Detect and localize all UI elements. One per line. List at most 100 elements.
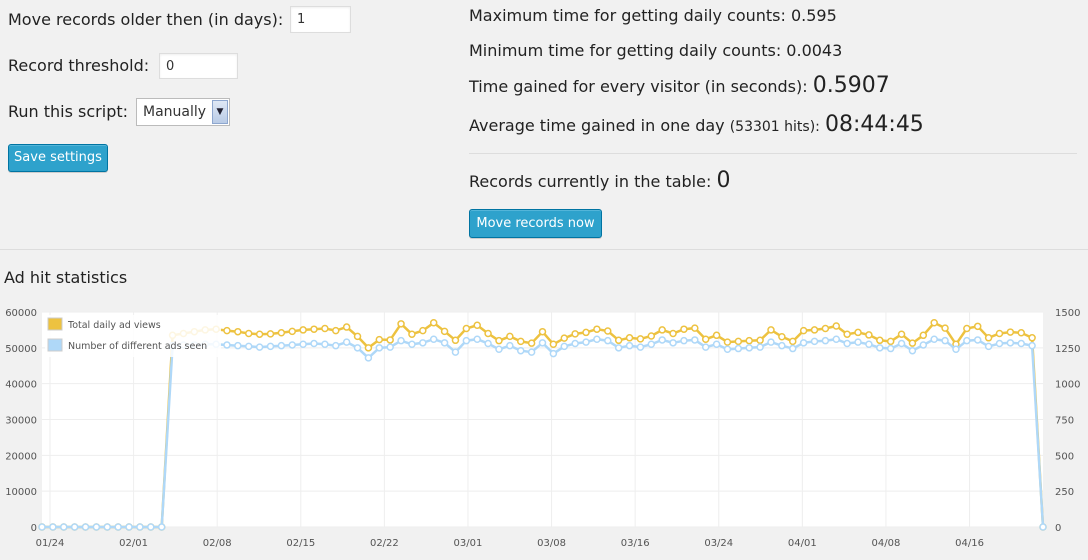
point-different-ads bbox=[865, 340, 873, 348]
save-settings-button[interactable]: Save settings bbox=[8, 144, 108, 172]
y-left-tick-label: 0 bbox=[31, 523, 37, 534]
records-count-label: Records currently in the table: bbox=[469, 172, 712, 191]
chevron-down-icon[interactable]: ▼ bbox=[212, 100, 228, 124]
x-tick-label: 04/01 bbox=[788, 538, 817, 549]
point-total-views bbox=[669, 329, 677, 338]
x-tick-label: 02/15 bbox=[286, 538, 315, 549]
point-different-ads bbox=[832, 335, 841, 343]
point-different-ads bbox=[364, 354, 373, 362]
record-threshold-input[interactable] bbox=[159, 53, 238, 79]
max-time-value: 0.595 bbox=[790, 6, 837, 25]
point-total-views bbox=[984, 334, 993, 342]
point-different-ads bbox=[125, 523, 133, 531]
point-total-views bbox=[963, 324, 971, 333]
run-script-select[interactable]: Manually ▼ bbox=[136, 98, 230, 126]
point-different-ads bbox=[92, 523, 101, 531]
point-total-views bbox=[321, 324, 329, 333]
point-total-views bbox=[353, 332, 362, 341]
point-different-ads bbox=[593, 335, 601, 343]
min-time-label: Minimum time for getting daily counts: bbox=[469, 41, 782, 60]
y-right-tick-label: 0 bbox=[1055, 523, 1061, 534]
point-total-views bbox=[277, 329, 286, 337]
move-records-button[interactable]: Move records now bbox=[469, 209, 602, 238]
point-different-ads bbox=[1028, 341, 1036, 350]
section-title: Ad hit statistics bbox=[4, 268, 128, 287]
point-different-ads bbox=[495, 345, 503, 354]
point-different-ads bbox=[886, 344, 895, 353]
point-different-ads bbox=[799, 339, 808, 347]
point-different-ads bbox=[582, 338, 590, 346]
point-total-views bbox=[865, 331, 873, 339]
point-different-ads bbox=[908, 346, 917, 355]
avg-time-stat: Average time gained in one day (53301 hi… bbox=[469, 112, 924, 137]
point-total-views bbox=[810, 326, 819, 334]
point-total-views bbox=[930, 319, 938, 327]
x-tick-label: 04/16 bbox=[955, 538, 984, 549]
point-different-ads bbox=[756, 343, 764, 351]
point-total-views bbox=[919, 331, 928, 340]
point-different-ads bbox=[930, 335, 938, 343]
point-total-views bbox=[941, 324, 949, 332]
point-total-views bbox=[1028, 334, 1036, 342]
point-total-views bbox=[723, 338, 732, 346]
point-different-ads bbox=[299, 340, 307, 348]
avg-time-label: Average time gained in one day bbox=[469, 116, 725, 135]
point-total-views bbox=[549, 340, 558, 348]
point-total-views bbox=[234, 327, 242, 336]
point-total-views bbox=[571, 330, 579, 338]
x-tick-label: 03/08 bbox=[537, 538, 566, 549]
point-different-ads bbox=[778, 341, 786, 350]
point-total-views bbox=[832, 322, 841, 330]
point-different-ads bbox=[821, 336, 830, 345]
y-right-tick-label: 1500 bbox=[1055, 308, 1080, 319]
point-different-ads bbox=[843, 339, 851, 348]
point-different-ads bbox=[244, 342, 253, 351]
point-different-ads bbox=[516, 346, 525, 355]
point-different-ads bbox=[419, 339, 427, 347]
point-total-views bbox=[745, 336, 753, 345]
older-days-input[interactable] bbox=[290, 6, 351, 33]
point-total-views bbox=[506, 332, 514, 341]
point-different-ads bbox=[691, 336, 699, 344]
point-different-ads bbox=[103, 523, 112, 531]
y-right-tick-label: 750 bbox=[1055, 416, 1074, 427]
x-tick-label: 01/24 bbox=[36, 538, 65, 549]
records-count-value: 0 bbox=[716, 168, 731, 193]
point-total-views bbox=[625, 334, 634, 342]
point-different-ads bbox=[734, 344, 743, 353]
point-different-ads bbox=[136, 523, 144, 531]
point-total-views bbox=[310, 325, 318, 333]
point-different-ads bbox=[984, 342, 993, 351]
point-different-ads bbox=[560, 342, 569, 351]
y-right-tick-label: 1250 bbox=[1055, 344, 1080, 355]
point-different-ads bbox=[1039, 523, 1047, 531]
point-different-ads bbox=[321, 340, 329, 348]
max-time-stat: Maximum time for getting daily counts: 0… bbox=[469, 6, 837, 25]
x-tick-label: 03/24 bbox=[704, 538, 733, 549]
point-different-ads bbox=[49, 523, 57, 531]
point-different-ads bbox=[941, 336, 949, 345]
point-total-views bbox=[495, 336, 503, 345]
point-different-ads bbox=[527, 348, 536, 356]
stats-divider bbox=[469, 153, 1077, 154]
point-total-views bbox=[582, 328, 590, 337]
point-different-ads bbox=[723, 345, 732, 354]
point-different-ads bbox=[234, 341, 242, 350]
point-different-ads bbox=[712, 340, 721, 348]
point-total-views bbox=[527, 339, 536, 347]
point-different-ads bbox=[462, 336, 471, 345]
older-days-label: Move records older then (in days): bbox=[8, 10, 284, 29]
point-total-views bbox=[342, 323, 351, 331]
point-different-ads bbox=[342, 338, 351, 346]
point-total-views bbox=[908, 339, 917, 347]
point-total-views bbox=[886, 337, 895, 346]
point-different-ads bbox=[353, 344, 362, 352]
y-left-tick-label: 20000 bbox=[5, 451, 37, 462]
point-total-views bbox=[876, 336, 884, 345]
point-total-views bbox=[299, 326, 307, 334]
point-total-views bbox=[647, 332, 656, 340]
point-different-ads bbox=[614, 344, 623, 352]
point-different-ads bbox=[310, 339, 318, 348]
max-time-label: Maximum time for getting daily counts: bbox=[469, 6, 786, 25]
point-total-views bbox=[756, 336, 764, 345]
